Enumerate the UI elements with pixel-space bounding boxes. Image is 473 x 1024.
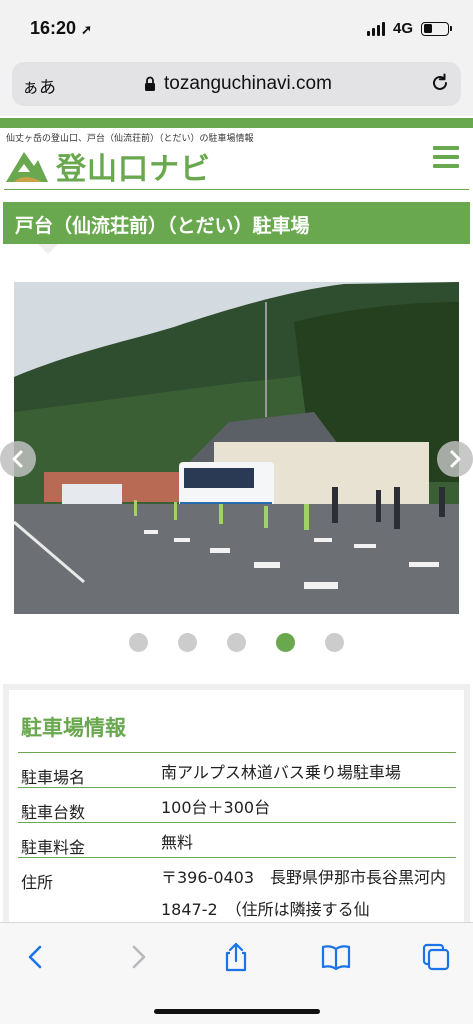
hamburger-menu-icon[interactable] [433, 146, 459, 170]
row-label-name: 駐車場名 [21, 768, 86, 787]
url-text: tozanguchinavi.com [164, 73, 332, 94]
text-size-button[interactable]: ぁあ [22, 73, 56, 98]
location-arrow-icon: ➚ [81, 22, 92, 37]
row-label-capacity: 駐車台数 [21, 803, 86, 822]
carousel-dot[interactable] [227, 633, 246, 652]
row-value-fee: 無料 [161, 833, 194, 852]
bookmarks-icon[interactable] [320, 941, 352, 973]
reload-icon[interactable] [429, 72, 451, 94]
chevron-left-icon [12, 450, 23, 468]
carousel-dot[interactable] [178, 633, 197, 652]
address-bar[interactable]: ぁあ tozanguchinavi.com [12, 62, 461, 106]
logo-text: 登山口ナビ [56, 152, 211, 187]
tabs-icon[interactable] [420, 941, 452, 973]
info-divider [18, 787, 456, 788]
carousel-dot-active[interactable] [276, 633, 295, 652]
header-accent-bar [0, 118, 473, 128]
row-label-fee: 駐車料金 [21, 838, 86, 857]
header-divider [4, 189, 469, 190]
carousel-dot[interactable] [325, 633, 344, 652]
info-divider [18, 752, 456, 753]
parking-lot-photo [14, 282, 459, 614]
row-value-address: 〒396-0403 長野県伊那市長谷黒河内1847-2 （住所は隣接する仙 [161, 868, 447, 919]
row-value-name: 南アルプス林道バス乗り場駐車場 [161, 763, 401, 782]
row-label-address: 住所 [21, 873, 54, 892]
browser-address-area: ぁあ tozanguchinavi.com [0, 58, 473, 116]
page-title: 戸台（仙流荘前）（とだい）駐車場 [15, 215, 310, 237]
status-bar: 16:20 ➚ 4G [0, 0, 473, 58]
carousel-dots [129, 633, 344, 652]
title-notch [38, 244, 58, 254]
back-icon[interactable] [20, 941, 52, 973]
network-label: 4G [392, 20, 413, 37]
share-icon[interactable] [220, 941, 252, 973]
signal-icon [366, 21, 385, 36]
info-divider [18, 857, 456, 858]
site-logo[interactable]: 登山口ナビ [4, 144, 211, 188]
browser-toolbar [0, 922, 473, 1024]
site-tagline: 仙丈ヶ岳の登山口、戸台（仙流荘前）（とだい）の駐車場情報 [6, 134, 254, 144]
carousel-dot[interactable] [129, 633, 148, 652]
status-time: 16:20 ➚ [30, 18, 92, 38]
carousel-prev-button[interactable] [0, 441, 36, 477]
forward-icon[interactable] [122, 941, 154, 973]
carousel-photo[interactable] [14, 282, 459, 614]
mountain-logo-icon [6, 152, 48, 182]
row-value-capacity: 100台＋300台 [161, 798, 271, 817]
home-indicator [154, 1009, 320, 1014]
carousel-next-button[interactable] [437, 441, 473, 477]
info-heading: 駐車場情報 [21, 716, 126, 740]
lock-icon [145, 76, 155, 91]
chevron-right-icon [450, 450, 461, 468]
page-title-bar: 戸台（仙流荘前）（とだい）駐車場 [3, 202, 470, 244]
battery-icon [421, 21, 452, 36]
info-divider [18, 822, 456, 823]
